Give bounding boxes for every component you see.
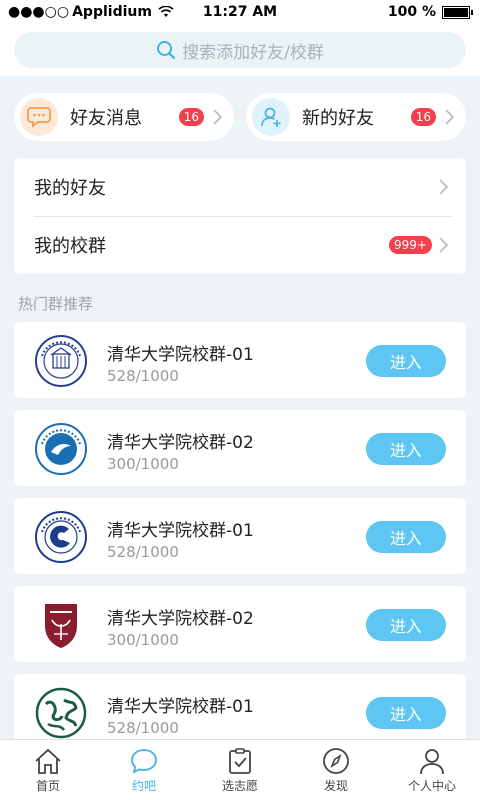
search-icon: [156, 40, 182, 60]
group-card[interactable]: 清华大学院校群-02 300/1000 进入: [14, 410, 466, 486]
chevron-right-icon: [439, 179, 449, 199]
group-member-count: 528/1000: [107, 367, 179, 385]
tab-label: 个人中心: [407, 779, 456, 793]
university-seal-logo: [34, 422, 88, 476]
group-card[interactable]: 清华大学院校群-01 528/1000 进入: [14, 322, 466, 398]
contacts-menu: 我的好友 我的校群 999+: [14, 158, 466, 274]
university-seal-logo: [34, 334, 88, 388]
tab-choose-school[interactable]: 选志愿: [192, 740, 288, 800]
compass-icon: [323, 748, 349, 774]
home-icon: [35, 748, 61, 774]
group-member-count: 300/1000: [107, 631, 179, 649]
friend-messages-button[interactable]: 好友消息 16: [14, 93, 234, 141]
battery-icon: [442, 5, 473, 19]
new-friends-button[interactable]: 新的好友 16: [246, 93, 466, 141]
tab-yueba[interactable]: 约吧: [96, 740, 192, 800]
quick-actions: 好友消息 16 新的好友 16: [14, 93, 466, 141]
group-card[interactable]: 清华大学院校群-01 528/1000 进入: [14, 498, 466, 574]
group-name: 清华大学院校群-01: [107, 345, 254, 365]
section-title: 热门群推荐: [18, 295, 94, 313]
calligraphy-logo: [34, 686, 88, 740]
join-group-button[interactable]: 进入: [366, 521, 446, 553]
university-shield-logo: [34, 598, 88, 652]
chat-bubble-icon: [20, 98, 58, 136]
group-member-count: 528/1000: [107, 719, 179, 737]
group-card[interactable]: 清华大学院校群-02 300/1000 进入: [14, 586, 466, 662]
my-friends-item[interactable]: 我的好友: [14, 158, 466, 216]
bottom-tab-bar: 首页 约吧 选志愿 发现 个人中心: [0, 739, 480, 800]
group-name: 清华大学院校群-02: [107, 609, 254, 629]
new-friends-label: 新的好友: [302, 108, 374, 129]
join-group-button[interactable]: 进入: [366, 345, 446, 377]
status-bar: ●●●○○ Applidium 11:27 AM 100 %: [0, 0, 480, 26]
battery-percent: 100 %: [387, 4, 436, 20]
friend-messages-badge: 16: [178, 108, 204, 126]
battery-level: [444, 7, 468, 17]
tab-label: 约吧: [131, 779, 156, 793]
tab-profile[interactable]: 个人中心: [384, 740, 480, 800]
friend-messages-label: 好友消息: [70, 108, 142, 129]
group-member-count: 528/1000: [107, 543, 179, 561]
chat-bubble-icon: [131, 749, 157, 774]
tab-label: 发现: [323, 779, 348, 793]
tab-discover[interactable]: 发现: [288, 740, 384, 800]
clipboard-check-icon: [229, 748, 251, 774]
tab-label: 首页: [35, 779, 60, 793]
chevron-right-icon: [445, 109, 455, 129]
my-friends-label: 我的好友: [34, 178, 106, 199]
my-school-groups-label: 我的校群: [34, 236, 106, 257]
group-name: 清华大学院校群-01: [107, 521, 254, 541]
chevron-right-icon: [213, 109, 223, 129]
add-friend-icon: [252, 98, 290, 136]
group-name: 清华大学院校群-01: [107, 697, 254, 717]
person-icon: [420, 749, 444, 775]
university-seal-logo: [34, 510, 88, 564]
tab-label: 选志愿: [221, 779, 258, 793]
new-friends-badge: 16: [410, 108, 436, 126]
school-groups-badge: 999+: [389, 236, 432, 254]
join-group-button[interactable]: 进入: [366, 433, 446, 465]
chevron-right-icon: [439, 237, 449, 257]
group-name: 清华大学院校群-02: [107, 433, 254, 453]
my-school-groups-item[interactable]: 我的校群 999+: [14, 216, 466, 274]
search-input[interactable]: 搜索添加好友/校群: [14, 32, 466, 68]
tab-home[interactable]: 首页: [0, 740, 96, 800]
join-group-button[interactable]: 进入: [366, 609, 446, 641]
search-placeholder: 搜索添加好友/校群: [182, 42, 324, 63]
group-member-count: 300/1000: [107, 455, 179, 473]
join-group-button[interactable]: 进入: [366, 697, 446, 729]
search-header: 搜索添加好友/校群: [0, 26, 480, 76]
